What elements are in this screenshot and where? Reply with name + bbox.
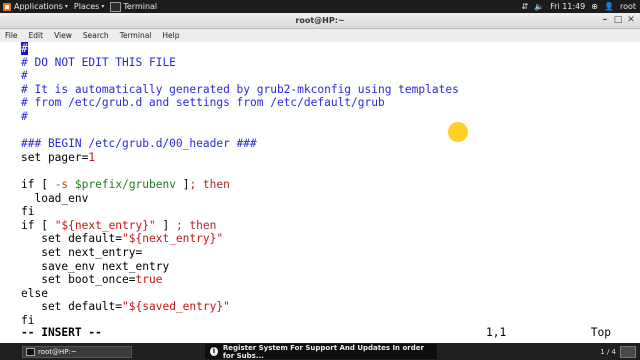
active-app-label: Terminal bbox=[123, 2, 158, 11]
menu-terminal[interactable]: Terminal bbox=[115, 31, 158, 40]
terminal-icon bbox=[26, 347, 35, 356]
active-app-menu[interactable]: Terminal bbox=[107, 1, 160, 12]
applications-menu[interactable]: Applications ▾ bbox=[0, 2, 71, 11]
menu-search[interactable]: Search bbox=[78, 31, 115, 40]
vim-line: if [ "${next_entry}" ] ; then bbox=[21, 218, 217, 232]
menu-file[interactable]: File bbox=[0, 31, 24, 40]
terminal-area[interactable]: # # DO NOT EDIT THIS FILE # # It is automat… bbox=[0, 42, 640, 343]
vim-line: load_env bbox=[21, 191, 89, 205]
places-caret-icon: ▾ bbox=[101, 3, 105, 10]
volume-icon[interactable]: 🔈 bbox=[534, 2, 544, 11]
notification-banner[interactable]: i Register System For Support And Update… bbox=[205, 343, 437, 360]
vim-line: set default="${saved_entry}" bbox=[21, 300, 230, 314]
vim-status-line: -- INSERT -- 1,1 Top bbox=[21, 326, 611, 340]
network-icon[interactable]: ⇵ bbox=[521, 2, 528, 11]
accessibility-icon[interactable]: ⊕ bbox=[591, 2, 598, 11]
workspace-label: 1 / 4 bbox=[600, 347, 616, 356]
places-menu[interactable]: Places ▾ bbox=[71, 2, 107, 11]
window-title: root@HP:~ bbox=[295, 16, 345, 25]
applications-label: Applications bbox=[14, 2, 63, 11]
vim-scroll-position: Top bbox=[590, 326, 611, 339]
clock[interactable]: Fri 11:49 bbox=[550, 2, 585, 11]
terminal-icon bbox=[110, 1, 122, 12]
vim-line: ### BEGIN /etc/grub.d/00_header ### bbox=[21, 137, 257, 151]
vim-line bbox=[21, 124, 459, 138]
vim-line: else bbox=[21, 286, 48, 300]
user-icon: 👤 bbox=[603, 2, 614, 11]
workspace-indicator[interactable]: 1 / 4 bbox=[600, 343, 616, 360]
places-label: Places bbox=[73, 2, 100, 11]
vim-line bbox=[21, 164, 459, 178]
vim-mode: -- INSERT -- bbox=[21, 326, 102, 339]
menu-help[interactable]: Help bbox=[157, 31, 185, 40]
applications-icon bbox=[3, 2, 11, 11]
menu-view[interactable]: View bbox=[49, 31, 78, 40]
vim-line: # bbox=[21, 42, 28, 55]
vim-line: set boot_once=true bbox=[21, 273, 163, 287]
applications-caret-icon: ▾ bbox=[64, 3, 68, 10]
vim-line: save_env next_entry bbox=[21, 259, 170, 273]
vim-line: # DO NOT EDIT THIS FILE bbox=[21, 55, 176, 69]
vim-cursor-position: 1,1 bbox=[486, 326, 507, 339]
maximize-icon[interactable]: □ bbox=[613, 15, 623, 25]
vim-line: set default="${next_entry}" bbox=[21, 232, 224, 246]
notification-text: Register System For Support And Updates … bbox=[222, 343, 424, 360]
vim-line: # bbox=[21, 69, 28, 83]
info-icon: i bbox=[210, 347, 218, 356]
click-highlight-marker bbox=[448, 122, 468, 142]
system-tray: ⇵ 🔈 Fri 11:49 ⊕ 👤 root bbox=[521, 0, 636, 13]
vim-line: fi bbox=[21, 205, 35, 219]
vim-line: # It is automatically generated by grub2… bbox=[21, 82, 459, 96]
taskbar-window-button[interactable]: root@HP:~ bbox=[22, 345, 132, 358]
minimize-icon[interactable]: – bbox=[600, 15, 610, 25]
window-controls: – □ ✕ bbox=[600, 15, 636, 25]
vim-buffer[interactable]: # # DO NOT EDIT THIS FILE # # It is automat… bbox=[21, 42, 459, 327]
close-icon[interactable]: ✕ bbox=[626, 15, 636, 25]
vim-line: set next_entry= bbox=[21, 245, 143, 259]
taskbar-window-label: root@HP:~ bbox=[38, 347, 77, 356]
vim-line: # bbox=[21, 109, 28, 123]
menu-bar: File Edit View Search Terminal Help bbox=[0, 29, 640, 43]
menu-edit[interactable]: Edit bbox=[24, 31, 50, 40]
vim-line: if [ -s $prefix/grubenv ]; then bbox=[21, 177, 230, 191]
workspace-switcher[interactable] bbox=[620, 346, 636, 358]
user-menu[interactable]: root bbox=[620, 2, 636, 11]
vim-line: # from /etc/grub.d and settings from /et… bbox=[21, 96, 385, 110]
window-title-bar[interactable]: root@HP:~ – □ ✕ bbox=[0, 13, 640, 29]
vim-line: set pager=1 bbox=[21, 150, 96, 164]
top-bar: Applications ▾ Places ▾ Terminal ⇵ 🔈 Fri… bbox=[0, 0, 640, 13]
